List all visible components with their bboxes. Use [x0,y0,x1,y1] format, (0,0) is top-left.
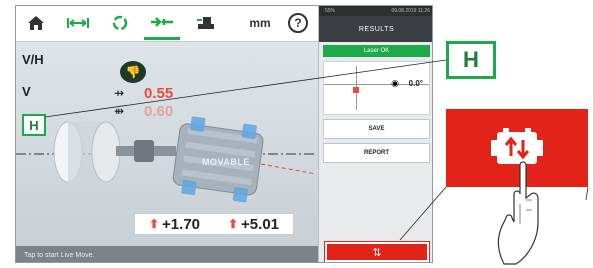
results-panel: 55% 09.08.2019 11:26 RESULTS Laser OK ◉ … [318,6,432,262]
machine-label: MOVABLE [202,157,250,167]
h-callout-label: H [446,41,496,79]
top-toolbar: mm ? [16,6,318,42]
alignment-app-screen: mm ? V/H V H 👎 ⇸ 0.55 ⇻ 0.60 MOVABLE ⬆ +… [15,5,433,263]
move-icon [197,17,214,29]
move-button[interactable] [188,6,224,40]
live-move-icon: ⇅ [372,246,382,259]
angularity-value: 0.55 [144,84,174,102]
offset-result-row: ⇻ 0.60 [114,102,214,120]
foot-rear-top [241,123,257,140]
foot-rear-bottom [232,187,249,203]
thumbs-down-icon: 👎 [120,61,146,83]
foot-front-bottom [181,179,197,196]
panel-title: RESULTS [319,16,432,42]
rear-foot-correction: ⬆ +5.01 [227,215,280,233]
offset-value: 0.60 [144,102,174,120]
h-view-button[interactable]: H [22,114,46,136]
laser-target: ◉ 0.0° [323,61,430,115]
help-button[interactable]: ? [280,6,316,40]
up-arrow-icon: ⬆ [227,217,239,231]
system-status-bar: 55% 09.08.2019 11:26 [319,6,432,16]
sensor-icon: ◉ [391,78,399,88]
coupling [134,140,154,162]
dimensions-icon [67,18,89,28]
unit-button[interactable]: mm [242,6,278,40]
angular-result-row: ⇸ 0.55 [114,84,214,102]
measure-icon [112,15,128,31]
up-arrow-icon: ⬆ [148,217,160,231]
help-icon: ? [288,13,308,33]
live-move-callout [446,109,588,187]
front-foot-correction: ⬆ +1.70 [148,215,201,233]
angularity-icon: ⇸ [114,86,125,100]
home-button[interactable] [18,6,54,40]
laser-dot-icon [353,87,359,93]
status-hint: Tap to start Live Move. [16,246,318,262]
foot-corrections: ⬆ +1.70 ⬆ +5.01 [134,213,294,235]
report-button[interactable]: REPORT [323,143,430,163]
results-icon [151,16,173,27]
measure-button[interactable] [102,6,138,40]
unit-label: mm [249,16,271,30]
v-view-label[interactable]: V [22,84,31,99]
save-button[interactable]: SAVE [323,119,430,139]
live-move-icon [491,128,543,164]
offset-icon: ⇻ [114,104,125,118]
sensor-angle: 0.0° [408,79,423,88]
vh-view-label[interactable]: V/H [22,52,44,67]
home-icon [28,16,44,30]
laser-status-badge: Laser OK [323,45,430,57]
results-tab[interactable] [144,6,180,40]
dimensions-button[interactable] [60,6,96,40]
live-move-button[interactable]: ⇅ [324,241,430,262]
